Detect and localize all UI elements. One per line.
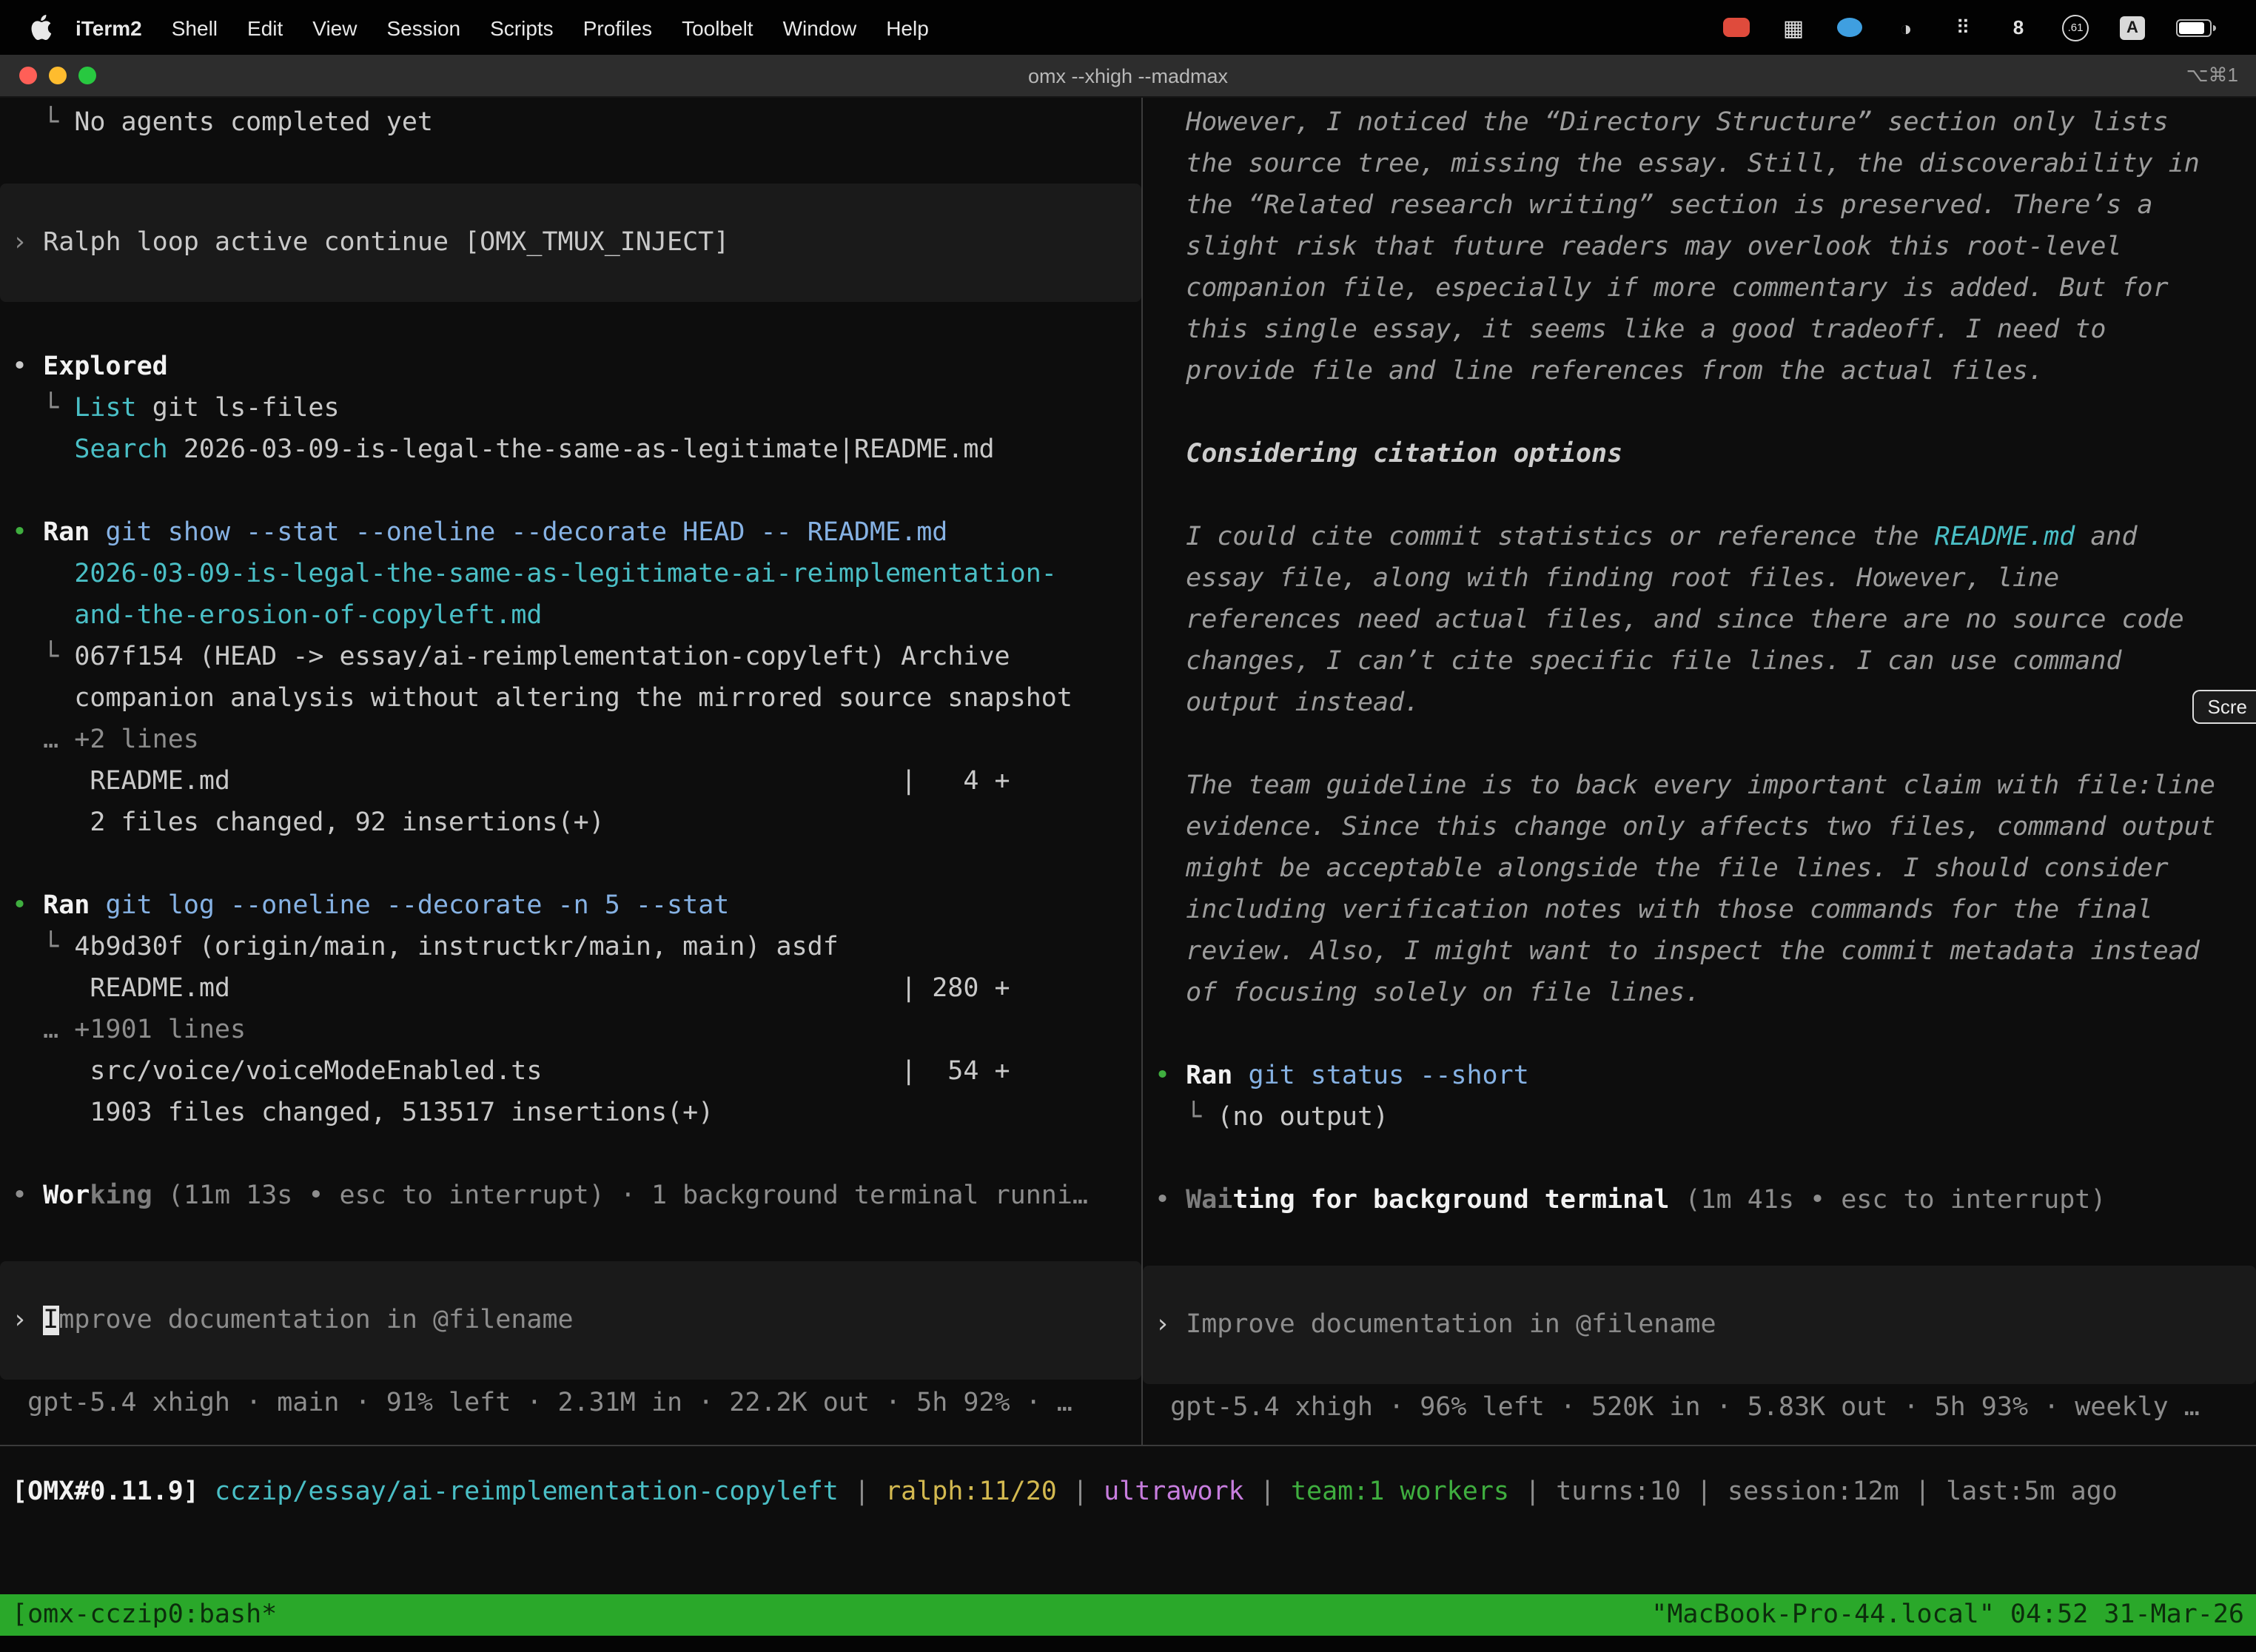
terminal-line: src/voice/voiceModeEnabled.ts | 54 + bbox=[0, 1051, 1141, 1092]
apple-icon[interactable] bbox=[30, 15, 52, 40]
menu-items: iTerm2ShellEditViewSessionScriptsProfile… bbox=[61, 16, 944, 39]
menu-shell[interactable]: Shell bbox=[157, 16, 232, 39]
terminal-line: review. Also, I might want to inspect th… bbox=[1143, 931, 2256, 973]
box-line: › Improve documentation in @filename bbox=[1143, 1304, 2256, 1346]
blank-line bbox=[1143, 1014, 2256, 1055]
terminal-line: the “Related research writing” section i… bbox=[1143, 185, 2256, 226]
window-shortcut: ⌥⌘1 bbox=[2186, 64, 2238, 87]
terminal-line: README.md | 4 + bbox=[0, 761, 1141, 802]
blank-line bbox=[1143, 724, 2256, 765]
tmux-session-label: [omx-cczip0:bash* bbox=[12, 1594, 277, 1636]
blank-line bbox=[0, 1134, 1141, 1175]
terminal-line: companion analysis without altering the … bbox=[0, 678, 1141, 719]
terminal-line: └ (no output) bbox=[1143, 1097, 2256, 1138]
pane-right[interactable]: However, I noticed the “Directory Struct… bbox=[1143, 98, 2256, 1445]
terminal-line: essay file, along with finding root file… bbox=[1143, 558, 2256, 600]
menu-scripts[interactable]: Scripts bbox=[475, 16, 568, 39]
menu-status-icons: ▦ ◑ ⠿ 8 .61 A bbox=[1723, 14, 2212, 41]
terminal-line: 1903 files changed, 513517 insertions(+) bbox=[0, 1092, 1141, 1134]
number-8-icon[interactable]: 8 bbox=[2006, 14, 2031, 41]
terminal-line: 2 files changed, 92 insertions(+) bbox=[0, 802, 1141, 844]
menu-session[interactable]: Session bbox=[372, 16, 475, 39]
terminal-line: I could cite commit statistics or refere… bbox=[1143, 517, 2256, 558]
screen-bottom-filler bbox=[0, 1636, 2256, 1652]
terminal-line: • Ran git show --stat --oneline --decora… bbox=[0, 512, 1141, 554]
terminal-line: might be acceptable alongside the file l… bbox=[1143, 848, 2256, 890]
pane-status-line: gpt-5.4 xhigh · main · 91% left · 2.31M … bbox=[0, 1383, 1141, 1424]
blank-line bbox=[1143, 392, 2256, 434]
dots-grid-icon[interactable]: ⠿ bbox=[1950, 14, 1975, 41]
blue-app-icon[interactable] bbox=[1837, 18, 1862, 37]
title-bar[interactable]: omx --xhigh --madmax ⌥⌘1 bbox=[0, 55, 2256, 98]
terminal-line: this single essay, it seems like a good … bbox=[1143, 309, 2256, 351]
dark-circle-icon[interactable]: ◑ bbox=[1893, 14, 1918, 41]
terminal-line: evidence. Since this change only affects… bbox=[1143, 807, 2256, 848]
pane-status-line: gpt-5.4 xhigh · 96% left · 520K in · 5.8… bbox=[1143, 1387, 2256, 1428]
omx-status-area: [OMX#0.11.9] cczip/essay/ai-reimplementa… bbox=[0, 1445, 2256, 1594]
menu-window[interactable]: Window bbox=[768, 16, 872, 39]
menu-toolbelt[interactable]: Toolbelt bbox=[667, 16, 768, 39]
terminal-line: … +1901 lines bbox=[0, 1010, 1141, 1051]
grid-icon[interactable]: ▦ bbox=[1781, 14, 1806, 41]
terminal-line: references need actual files, and since … bbox=[1143, 600, 2256, 641]
terminal-line: Considering citation options bbox=[1143, 434, 2256, 475]
terminal-line: 2026-03-09-is-legal-the-same-as-legitima… bbox=[0, 554, 1141, 595]
input-source-icon[interactable]: A bbox=[2120, 16, 2145, 39]
menu-bar: iTerm2ShellEditViewSessionScriptsProfile… bbox=[0, 0, 2256, 55]
blank-line bbox=[1143, 475, 2256, 517]
terminal-line: • Ran git status --short bbox=[1143, 1055, 2256, 1097]
terminal-line: changes, I can’t cite specific file line… bbox=[1143, 641, 2256, 682]
menu-edit[interactable]: Edit bbox=[232, 16, 298, 39]
blank-line bbox=[0, 471, 1141, 512]
menu-view[interactable]: View bbox=[298, 16, 372, 39]
terminal-line: └ No agents completed yet bbox=[0, 102, 1141, 144]
terminal-line: The team guideline is to back every impo… bbox=[1143, 765, 2256, 807]
screen-overlay-tab[interactable]: Scre bbox=[2193, 690, 2256, 724]
blank-line bbox=[1143, 1138, 2256, 1180]
terminal-line: the source tree, missing the essay. Stil… bbox=[1143, 144, 2256, 185]
battery-icon[interactable] bbox=[2176, 19, 2212, 36]
box-line: › Improve documentation in @filename bbox=[0, 1300, 1141, 1341]
terminal-line: Search 2026-03-09-is-legal-the-same-as-l… bbox=[0, 429, 1141, 471]
terminal-line: slight risk that future readers may over… bbox=[1143, 226, 2256, 268]
terminal-line: of focusing solely on file lines. bbox=[1143, 973, 2256, 1014]
tmux-status-bar: [omx-cczip0:bash* "MacBook-Pro-44.local"… bbox=[0, 1594, 2256, 1636]
prompt-input[interactable]: › Improve documentation in @filename bbox=[0, 1261, 1141, 1380]
terminal-line: companion file, especially if more comme… bbox=[1143, 268, 2256, 309]
terminal-line: └ 4b9d30f (origin/main, instructkr/main,… bbox=[0, 927, 1141, 968]
screen: iTerm2ShellEditViewSessionScriptsProfile… bbox=[0, 0, 2256, 1652]
menu-profiles[interactable]: Profiles bbox=[568, 16, 667, 39]
terminal-line: └ List git ls-files bbox=[0, 388, 1141, 429]
screen-recording-icon[interactable] bbox=[1723, 18, 1750, 37]
terminal-line: including verification notes with those … bbox=[1143, 890, 2256, 931]
blank-line bbox=[0, 844, 1141, 885]
tmux-host-clock: "MacBook-Pro-44.local" 04:52 31-Mar-26 bbox=[1651, 1594, 2244, 1636]
terminal-line: … +2 lines bbox=[0, 719, 1141, 761]
ralph-loop-notice: › Ralph loop active continue [OMX_TMUX_I… bbox=[0, 184, 1141, 302]
terminal-line: • Waiting for background terminal (1m 41… bbox=[1143, 1180, 2256, 1221]
prompt-input[interactable]: › Improve documentation in @filename bbox=[1143, 1266, 2256, 1384]
terminal-area: └ No agents completed yet › Ralph loop ac… bbox=[0, 98, 2256, 1445]
terminal-line: • Ran git log --oneline --decorate -n 5 … bbox=[0, 885, 1141, 927]
omx-status-line: [OMX#0.11.9] cczip/essay/ai-reimplementa… bbox=[0, 1471, 2256, 1513]
terminal-line: provide file and line references from th… bbox=[1143, 351, 2256, 392]
terminal-line: and-the-erosion-of-copyleft.md bbox=[0, 595, 1141, 637]
menu-help[interactable]: Help bbox=[871, 16, 944, 39]
gauge-icon[interactable]: .61 bbox=[2062, 14, 2089, 41]
terminal-line: README.md | 280 + bbox=[0, 968, 1141, 1010]
pane-left[interactable]: └ No agents completed yet › Ralph loop ac… bbox=[0, 98, 1141, 1445]
terminal-line: However, I noticed the “Directory Struct… bbox=[1143, 102, 2256, 144]
box-line: › Ralph loop active continue [OMX_TMUX_I… bbox=[0, 222, 1141, 263]
terminal-line: • Working (11m 13s • esc to interrupt) ·… bbox=[0, 1175, 1141, 1217]
terminal-line: • Explored bbox=[0, 346, 1141, 388]
terminal-line: output instead. bbox=[1143, 682, 2256, 724]
terminal-line: └ 067f154 (HEAD -> essay/ai-reimplementa… bbox=[0, 637, 1141, 678]
window-title: omx --xhigh --madmax bbox=[0, 64, 2256, 87]
menu-iterm2[interactable]: iTerm2 bbox=[61, 16, 157, 39]
